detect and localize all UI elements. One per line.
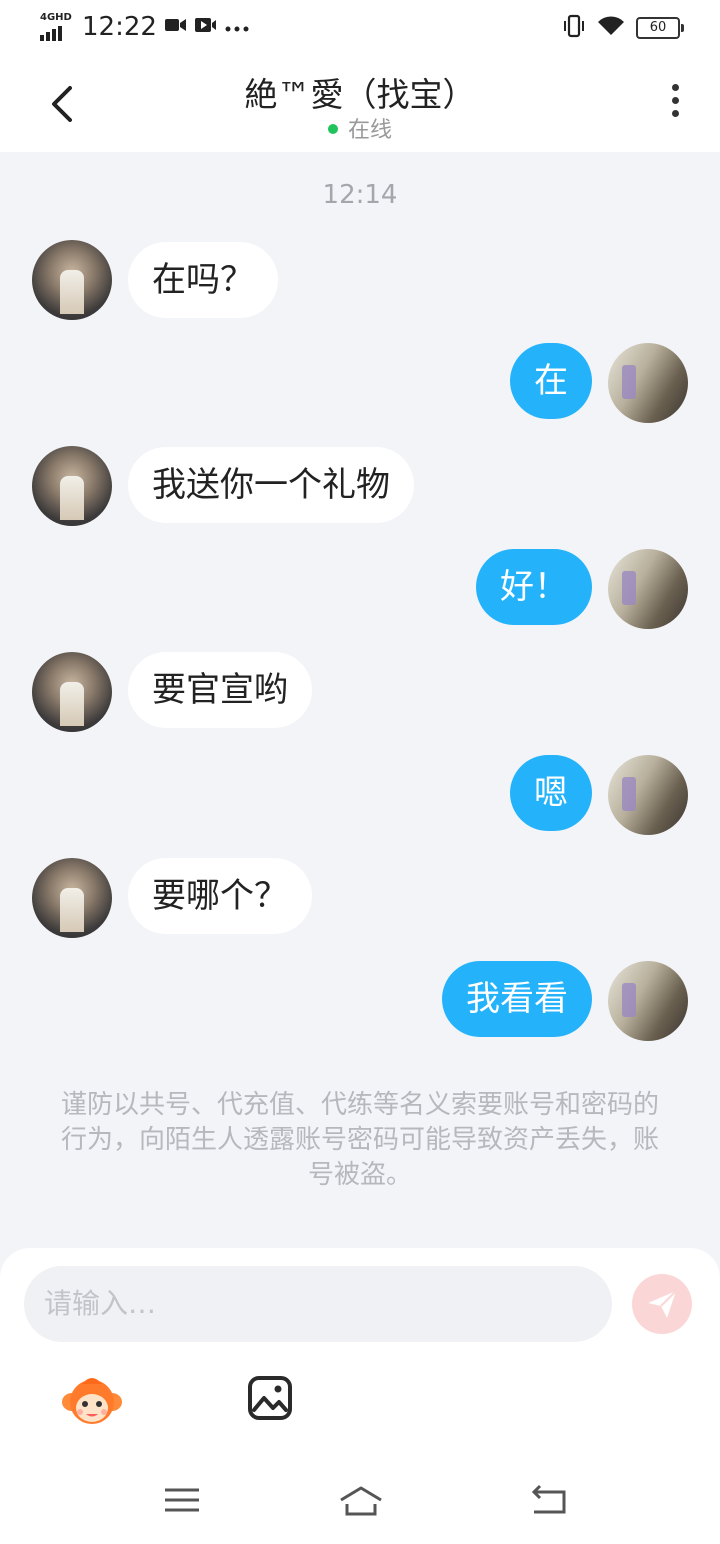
- contact-avatar[interactable]: [32, 446, 112, 526]
- image-picker-button[interactable]: [246, 1374, 294, 1422]
- mascot-sticker-icon: [62, 1378, 122, 1424]
- home-nav-button[interactable]: [338, 1480, 384, 1520]
- battery-level: 60: [649, 20, 667, 35]
- status-bar-right: 60: [562, 14, 684, 42]
- network-label: 4GHD: [40, 12, 72, 23]
- system-nav-bar: [0, 1460, 720, 1544]
- message-input[interactable]: 请输入…: [24, 1266, 612, 1342]
- message-bubble-received[interactable]: 在吗？: [128, 242, 278, 318]
- chat-title: 絶™愛（找宝）: [244, 75, 476, 114]
- message-bubble-received[interactable]: 我送你一个礼物: [128, 447, 414, 523]
- my-avatar[interactable]: [608, 755, 688, 835]
- message-bubble-sent[interactable]: 我看看: [442, 961, 592, 1037]
- online-dot-icon: [327, 124, 338, 134]
- message-timestamp: 12:14: [322, 180, 398, 210]
- return-icon: [531, 1484, 566, 1514]
- security-warning: 谨防以共号、代充值、代练等名义索要账号和密码的行为，向陌生人透露账号密码可能导致…: [60, 1090, 659, 1190]
- home-icon: [340, 1486, 382, 1516]
- status-bar-left: 4GHD 12:22: [40, 12, 249, 42]
- message-bubble-sent[interactable]: 嗯: [510, 755, 592, 831]
- menu-icon: [165, 1488, 199, 1512]
- message-bubble-received[interactable]: 要哪个？: [128, 858, 312, 934]
- more-dots-icon: [225, 18, 249, 37]
- video-play-icon: [194, 17, 217, 37]
- contact-avatar[interactable]: [32, 858, 112, 938]
- message-bubble-received[interactable]: 要官宣哟: [128, 652, 312, 728]
- send-icon: [648, 1290, 677, 1318]
- chat-header: 絶™愛（找宝） 在线: [0, 56, 720, 152]
- status-time: 12:22: [82, 12, 157, 42]
- vibrate-icon: [562, 14, 586, 42]
- sticker-button[interactable]: [60, 1372, 124, 1428]
- message-bubble-sent[interactable]: 好！: [476, 549, 592, 625]
- contact-avatar[interactable]: [32, 652, 112, 732]
- my-avatar[interactable]: [608, 343, 688, 423]
- online-status: 在线: [0, 112, 720, 144]
- wifi-icon: [596, 15, 626, 41]
- my-avatar[interactable]: [608, 961, 688, 1041]
- menu-nav-button[interactable]: [162, 1480, 202, 1520]
- online-status-label: 在线: [347, 118, 392, 143]
- battery-icon: 60: [636, 17, 684, 39]
- more-vertical-icon: [671, 84, 679, 91]
- more-options-button[interactable]: [660, 84, 690, 124]
- send-button[interactable]: [632, 1274, 692, 1334]
- back-nav-button[interactable]: [528, 1480, 568, 1520]
- video-camera-icon: [164, 17, 187, 37]
- image-icon: [248, 1376, 292, 1420]
- message-bubble-sent[interactable]: 在: [510, 343, 592, 419]
- status-bar: 4GHD 12:22 60: [0, 0, 720, 56]
- my-avatar[interactable]: [608, 549, 688, 629]
- cellular-signal-icon: 4GHD: [40, 12, 72, 41]
- contact-avatar[interactable]: [32, 240, 112, 320]
